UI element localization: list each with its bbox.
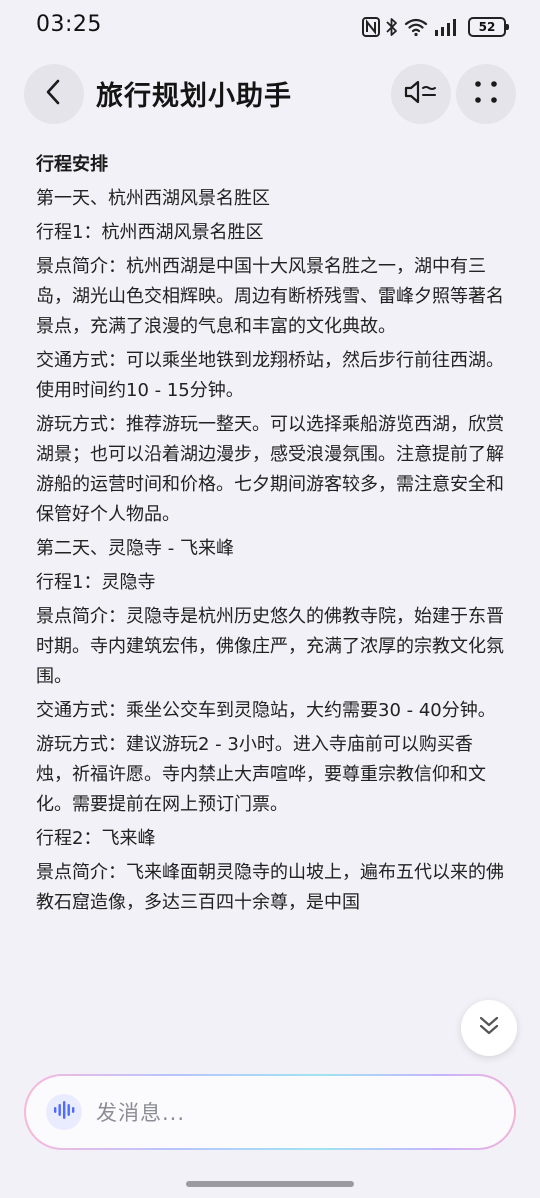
status-icons: 52 [362,15,509,39]
nfc-icon [362,17,380,37]
attraction-intro: 景点简介：灵隐寺是杭州历史悠久的佛教寺院，始建于东晋时期。寺内建筑宏伟，佛像庄严… [36,606,504,687]
message-input-bar[interactable]: 发消息... [24,1074,516,1150]
voice-wave-icon [53,1100,75,1124]
day-title: 第一天、杭州西湖风景名胜区 [36,188,270,209]
wifi-icon [404,17,428,37]
status-time: 03:25 [36,12,102,37]
chevron-left-icon [43,79,65,109]
speaker-mute-icon [404,79,438,109]
battery-icon: 52 [468,17,509,37]
double-chevron-down-icon [478,1014,500,1042]
play-info: 游玩方式：推荐游玩一整天。可以选择乘船游览西湖，欣赏湖景；也可以沿着湖边漫步，感… [36,414,504,525]
bluetooth-icon [386,17,398,37]
transport-info: 交通方式：乘坐公交车到灵隐站，大约需要30 - 40分钟。 [36,700,496,721]
section-heading: 行程安排 [36,154,108,175]
message-content: 行程安排 第一天、杭州西湖风景名胜区 行程1：杭州西湖风景名胜区 景点简介：杭州… [36,112,504,1092]
scroll-to-bottom-button[interactable] [461,1000,517,1056]
message-input-inner[interactable]: 发消息... [26,1076,514,1148]
itinerary-item: 行程1：灵隐寺 [36,572,156,593]
message-input[interactable]: 发消息... [96,1097,185,1127]
status-bar: 03:25 52 [0,0,540,54]
attraction-intro: 景点简介：杭州西湖是中国十大风景名胜之一，湖中有三岛，湖光山色交相辉映。周边有断… [36,256,504,337]
day-title: 第二天、灵隐寺 - 飞来峰 [36,538,234,559]
home-indicator[interactable] [186,1181,354,1187]
signal-icon [434,17,458,37]
itinerary-item: 行程2：飞来峰 [36,828,156,849]
itinerary-item: 行程1：杭州西湖风景名胜区 [36,222,264,243]
grid-dots-icon [473,79,499,109]
play-info: 游玩方式：建议游玩2 - 3小时。进入寺庙前可以购买香烛，祈福许愿。寺内禁止大声… [36,734,486,815]
attraction-intro: 景点简介：飞来峰面朝灵隐寺的山坡上，遍布五代以来的佛教石窟造像，多达三百四十余尊… [36,862,504,913]
voice-input-button[interactable] [46,1094,82,1130]
page-title: 旅行规划小助手 [96,81,292,112]
faded-top-line [36,112,504,150]
transport-info: 交通方式：可以乘坐地铁到龙翔桥站，然后步行前往西湖。使用时间约10 - 15分钟… [36,350,504,401]
